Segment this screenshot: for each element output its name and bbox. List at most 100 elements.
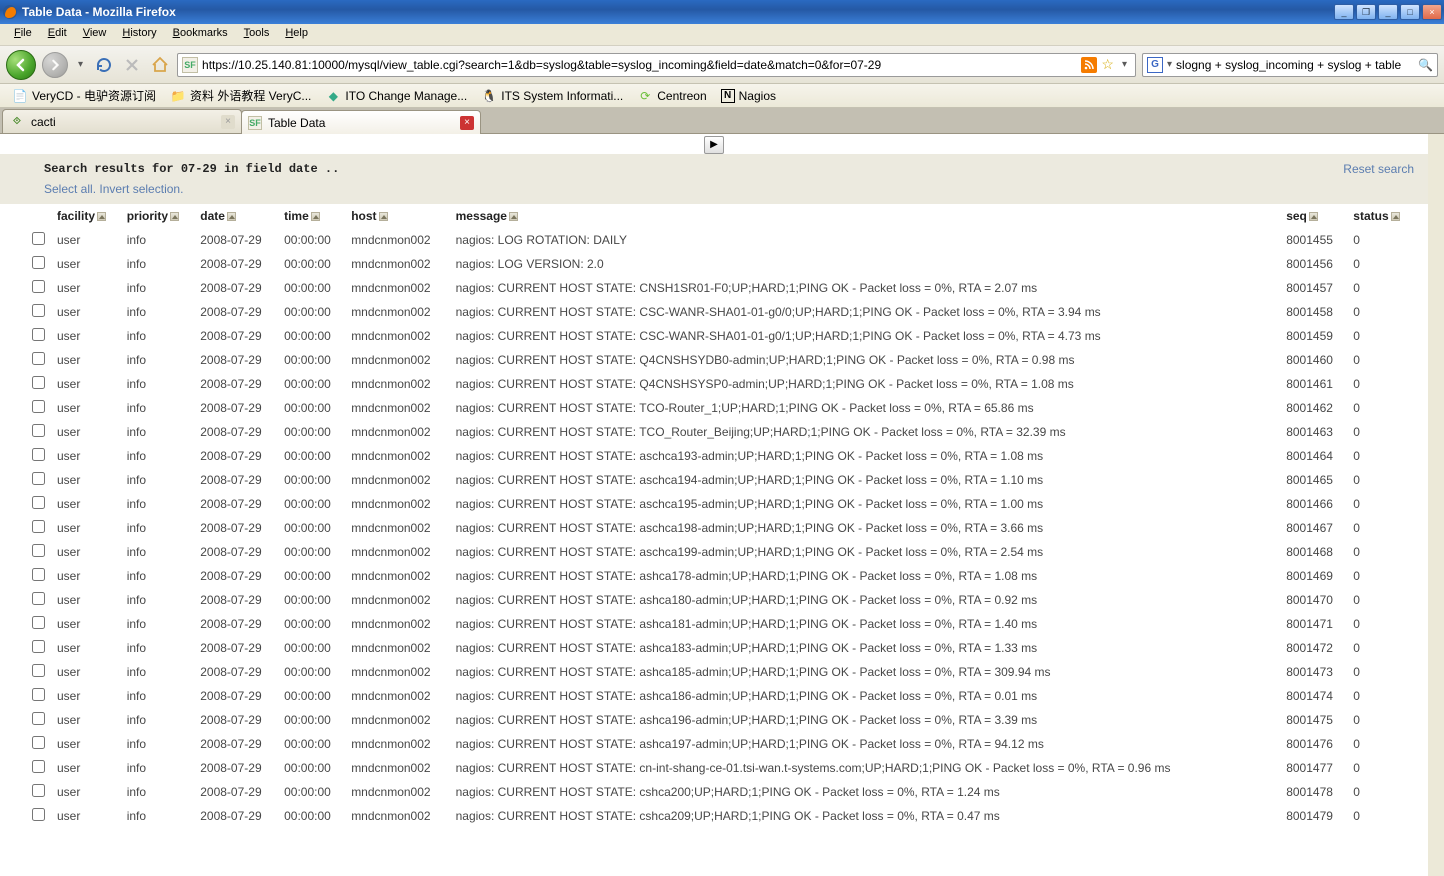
- row-checkbox[interactable]: [32, 808, 45, 821]
- cell-host: mndcnmon002: [345, 516, 449, 540]
- cell-status: 0: [1347, 276, 1414, 300]
- sort-icon[interactable]: [379, 212, 388, 221]
- row-checkbox[interactable]: [32, 688, 45, 701]
- menu-help[interactable]: Help: [277, 24, 316, 45]
- scroll-down-arrow[interactable]: ▼: [1429, 860, 1444, 876]
- sort-icon[interactable]: [311, 212, 320, 221]
- sort-icon[interactable]: [170, 212, 179, 221]
- url-bar[interactable]: SF ☆ ▾: [177, 53, 1136, 77]
- row-checkbox[interactable]: [32, 784, 45, 797]
- cell-date: 2008-07-29: [194, 636, 278, 660]
- row-checkbox[interactable]: [32, 736, 45, 749]
- url-input[interactable]: [202, 58, 1077, 72]
- column-header-message[interactable]: message: [450, 204, 1281, 228]
- row-checkbox[interactable]: [32, 712, 45, 725]
- column-header-seq[interactable]: seq: [1280, 204, 1347, 228]
- cell-priority: info: [121, 756, 195, 780]
- vertical-scrollbar[interactable]: ▲ ▼: [1428, 134, 1444, 876]
- bookmark-item[interactable]: 🐧ITS System Informati...: [475, 86, 629, 106]
- cell-time: 00:00:00: [278, 732, 345, 756]
- row-checkbox[interactable]: [32, 280, 45, 293]
- column-header-facility[interactable]: facility: [51, 204, 121, 228]
- url-dropdown[interactable]: ▾: [1118, 59, 1131, 70]
- search-engine-dropdown[interactable]: ▾: [1167, 59, 1172, 70]
- column-header-priority[interactable]: priority: [121, 204, 195, 228]
- row-checkbox[interactable]: [32, 376, 45, 389]
- bookmark-item[interactable]: NNagios: [715, 87, 782, 105]
- row-checkbox[interactable]: [32, 616, 45, 629]
- select-all-link[interactable]: Select all.: [44, 182, 96, 196]
- cell-facility: user: [51, 540, 121, 564]
- row-checkbox[interactable]: [32, 328, 45, 341]
- row-checkbox[interactable]: [32, 424, 45, 437]
- nav-back-button[interactable]: [6, 50, 36, 80]
- bookmark-item[interactable]: 📁资料 外语教程 VeryC...: [164, 85, 317, 106]
- win-close-button[interactable]: ×: [1422, 4, 1442, 20]
- nav-stop-button[interactable]: [121, 54, 143, 76]
- win-minimize2-button[interactable]: _: [1378, 4, 1398, 20]
- win-maximize-button[interactable]: □: [1400, 4, 1420, 20]
- sort-icon[interactable]: [1309, 212, 1318, 221]
- invert-selection-link[interactable]: Invert selection.: [99, 182, 183, 196]
- nav-reload-button[interactable]: [93, 54, 115, 76]
- column-header-time[interactable]: time: [278, 204, 345, 228]
- menu-tools[interactable]: Tools: [236, 24, 278, 45]
- search-go-icon[interactable]: 🔍: [1418, 58, 1433, 72]
- row-checkbox[interactable]: [32, 760, 45, 773]
- row-checkbox[interactable]: [32, 640, 45, 653]
- google-search-icon[interactable]: G: [1147, 57, 1163, 73]
- row-checkbox[interactable]: [32, 520, 45, 533]
- column-header-status[interactable]: status: [1347, 204, 1414, 228]
- menu-view[interactable]: View: [75, 24, 115, 45]
- menu-edit[interactable]: Edit: [40, 24, 75, 45]
- sort-icon[interactable]: [227, 212, 236, 221]
- cell-date: 2008-07-29: [194, 516, 278, 540]
- browser-tab[interactable]: SFTable Data×: [241, 110, 481, 134]
- sort-icon[interactable]: [509, 212, 518, 221]
- row-checkbox[interactable]: [32, 352, 45, 365]
- win-minimize-button[interactable]: _: [1334, 4, 1354, 20]
- menu-bookmarks[interactable]: Bookmarks: [165, 24, 236, 45]
- bookmark-item[interactable]: 📄VeryCD - 电驴资源订阅: [6, 85, 162, 106]
- tab-close-icon[interactable]: ×: [460, 116, 474, 130]
- row-checkbox[interactable]: [32, 232, 45, 245]
- nav-history-dropdown[interactable]: ▾: [74, 59, 87, 70]
- row-checkbox[interactable]: [32, 592, 45, 605]
- scroll-thumb[interactable]: [1430, 150, 1443, 541]
- sort-icon[interactable]: [97, 212, 106, 221]
- row-checkbox[interactable]: [32, 496, 45, 509]
- bookmark-star-icon[interactable]: ☆: [1101, 56, 1114, 73]
- row-checkbox[interactable]: [32, 256, 45, 269]
- row-checkbox[interactable]: [32, 664, 45, 677]
- cell-message: nagios: CURRENT HOST STATE: cn-int-shang…: [450, 756, 1281, 780]
- play-button[interactable]: ▶: [704, 136, 724, 154]
- row-checkbox[interactable]: [32, 568, 45, 581]
- rss-icon[interactable]: [1081, 57, 1097, 73]
- row-checkbox[interactable]: [32, 304, 45, 317]
- nav-home-button[interactable]: [149, 54, 171, 76]
- nav-forward-button[interactable]: [42, 52, 68, 78]
- reset-search-link[interactable]: Reset search: [1343, 162, 1414, 176]
- browser-tab[interactable]: ⟐cacti×: [2, 109, 242, 133]
- column-header-date[interactable]: date: [194, 204, 278, 228]
- tab-close-icon[interactable]: ×: [221, 115, 235, 129]
- menu-file[interactable]: File: [6, 24, 40, 45]
- column-header-host[interactable]: host: [345, 204, 449, 228]
- row-checkbox[interactable]: [32, 472, 45, 485]
- row-checkbox[interactable]: [32, 448, 45, 461]
- browser-search-bar[interactable]: G ▾ 🔍: [1142, 53, 1438, 77]
- cell-status: 0: [1347, 420, 1414, 444]
- tux-icon: 🐧: [481, 88, 497, 104]
- menu-history[interactable]: History: [114, 24, 164, 45]
- table-row: userinfo2008-07-2900:00:00mndcnmon002nag…: [0, 516, 1414, 540]
- sort-icon[interactable]: [1391, 212, 1400, 221]
- bookmark-item[interactable]: ◆ITO Change Manage...: [319, 86, 473, 106]
- bookmark-item[interactable]: ⟳Centreon: [631, 86, 712, 106]
- cell-priority: info: [121, 468, 195, 492]
- scroll-up-arrow[interactable]: ▲: [1429, 134, 1444, 150]
- win-restore-button[interactable]: ❐: [1356, 4, 1376, 20]
- browser-search-input[interactable]: [1176, 58, 1414, 72]
- cell-host: mndcnmon002: [345, 684, 449, 708]
- row-checkbox[interactable]: [32, 400, 45, 413]
- row-checkbox[interactable]: [32, 544, 45, 557]
